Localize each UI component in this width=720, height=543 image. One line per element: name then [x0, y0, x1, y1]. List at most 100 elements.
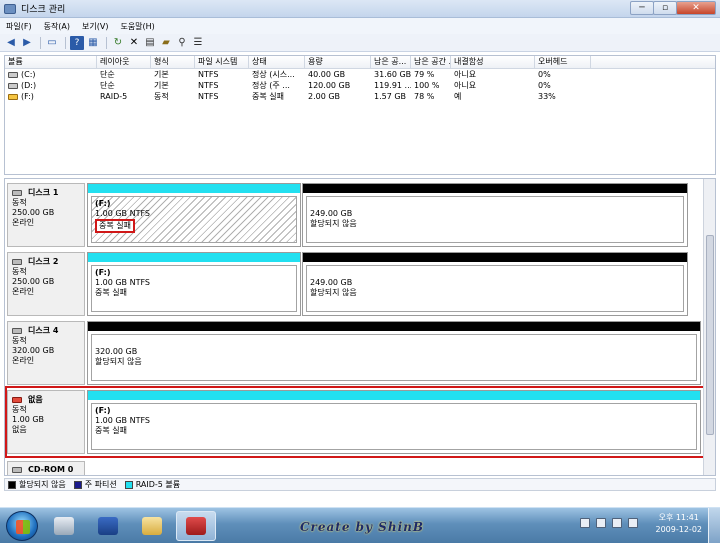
delete-icon[interactable]: ✕ — [127, 36, 141, 50]
disk-type: 동적 — [12, 336, 27, 345]
menu-action[interactable]: 동작(A) — [38, 21, 76, 32]
partition-unallocated[interactable]: 249.00 GB 할당되지 않음 — [302, 183, 688, 247]
partition-unallocated[interactable]: 249.00 GB 할당되지 않음 — [302, 252, 688, 316]
open-icon[interactable]: ▰ — [159, 36, 173, 50]
volume-name: (F:) — [21, 92, 34, 101]
volume-fault: 아니요 — [454, 81, 477, 90]
volume-free: 1.57 GB — [374, 92, 407, 101]
folder-icon — [142, 517, 162, 535]
console-icon[interactable]: ▭ — [45, 36, 59, 50]
volume-free-pct: 78 % — [414, 92, 435, 101]
restore-button[interactable]: ▫ — [653, 1, 677, 15]
volume-status: 정상 (주 ... — [252, 81, 290, 90]
volume-list: 볼륨 레이아웃 형식 파일 시스템 상태 용량 남은 공... 남은 공간 ..… — [4, 55, 716, 175]
legend-item: RAID-5 볼륨 — [124, 479, 180, 490]
back-icon[interactable]: ◀ — [4, 36, 18, 50]
toolbox-icon — [186, 517, 206, 535]
rescan-icon[interactable]: ↻ — [111, 36, 125, 50]
col-overhead[interactable]: 오버헤드 — [535, 56, 591, 68]
scrollbar-thumb[interactable] — [706, 235, 714, 435]
volume-name: (C:) — [21, 70, 36, 79]
partition-status: 중복 실패 — [95, 219, 135, 233]
search-icon[interactable]: ⚲ — [175, 36, 189, 50]
taskbar-powershell[interactable] — [88, 511, 128, 541]
menu-view[interactable]: 보기(V) — [76, 21, 114, 32]
volume-free-pct: 100 % — [414, 81, 440, 90]
col-capacity[interactable]: 용량 — [305, 56, 371, 68]
disk-size: 250.00 GB — [12, 277, 55, 286]
properties-icon[interactable]: ▤ — [143, 36, 157, 50]
clock[interactable]: 오후 11:41 2009-12-02 — [656, 512, 703, 536]
refresh-icon[interactable]: ▦ — [86, 36, 100, 50]
col-layout[interactable]: 레이아웃 — [97, 56, 151, 68]
disk-label[interactable]: 디스크 1 동적 250.00 GB 온라인 — [7, 183, 85, 247]
volume-type: 기본 — [154, 70, 169, 79]
disk-row[interactable]: 디스크 2 동적 250.00 GB 온라인 (F:) 1.00 GB NTFS… — [7, 252, 703, 316]
col-filesystem[interactable]: 파일 시스템 — [195, 56, 249, 68]
table-row[interactable]: (C:) 단순 기본 NTFS 정상 (시스... 40.00 GB 31.60… — [5, 69, 715, 80]
col-free-pct[interactable]: 남은 공간 ... — [411, 56, 451, 68]
taskbar: Create by ShinB 오후 11:41 2009-12-02 — [0, 507, 720, 543]
show-desktop-button[interactable] — [708, 508, 720, 543]
partition-letter: (F:) — [95, 199, 111, 208]
legend-item: 할당되지 않음 — [8, 479, 66, 490]
menu-file[interactable]: 파일(F) — [0, 21, 38, 32]
partition-letter: (F:) — [95, 268, 111, 277]
help-icon[interactable]: ? — [70, 35, 84, 50]
taskbar-network-app[interactable] — [44, 511, 84, 541]
partition-status: 할당되지 않음 — [95, 357, 142, 366]
volume-fault: 아니요 — [454, 70, 477, 79]
disk-state: 온라인 — [12, 356, 35, 365]
volume-icon[interactable] — [628, 518, 638, 528]
legend-swatch — [8, 480, 16, 489]
forward-icon[interactable]: ▶ — [20, 36, 34, 50]
toolbar: ◀ ▶ ▭ ? ▦ ↻ ✕ ▤ ▰ ⚲ ☰ — [0, 34, 720, 52]
partition-unallocated[interactable]: 320.00 GB 할당되지 않음 — [87, 321, 701, 385]
close-button[interactable]: ✕ — [676, 1, 716, 15]
disk-label[interactable]: 디스크 2 동적 250.00 GB 온라인 — [7, 252, 85, 316]
col-free[interactable]: 남은 공... — [371, 56, 411, 68]
taskbar-explorer[interactable] — [132, 511, 172, 541]
vertical-scrollbar[interactable] — [703, 179, 715, 475]
col-type[interactable]: 형식 — [151, 56, 195, 68]
powershell-icon — [98, 517, 118, 535]
drive-icon — [8, 71, 18, 78]
volume-type: 동적 — [154, 92, 169, 101]
keyboard-icon[interactable] — [580, 518, 590, 528]
disk-name: 디스크 4 — [28, 326, 59, 335]
table-row[interactable]: (D:) 단순 기본 NTFS 정상 (주 ... 120.00 GB 119.… — [5, 80, 715, 91]
partition-raid5[interactable]: (F:) 1.00 GB NTFS 중복 실패 — [87, 183, 301, 247]
col-fault-tolerance[interactable]: 내결함성 — [451, 56, 535, 68]
partition-size: 249.00 GB — [310, 209, 353, 218]
disk-size: 250.00 GB — [12, 208, 55, 217]
disk-row[interactable]: 디스크 4 동적 320.00 GB 온라인 320.00 GB 할당되지 않음 — [7, 321, 703, 385]
partition-status: 할당되지 않음 — [310, 288, 357, 297]
volume-capacity: 120.00 GB — [308, 81, 351, 90]
col-volume[interactable]: 볼륨 — [5, 56, 97, 68]
partition-raid5[interactable]: (F:) 1.00 GB NTFS 중복 실패 — [87, 252, 301, 316]
volume-fs: NTFS — [198, 70, 219, 79]
credit-text: Create by ShinB — [300, 520, 424, 534]
disk-size: 320.00 GB — [12, 346, 55, 355]
list-icon[interactable]: ☰ — [191, 36, 205, 50]
menu-help[interactable]: 도움말(H) — [114, 21, 160, 32]
volume-layout: RAID-5 — [100, 92, 128, 101]
disk-icon — [12, 258, 22, 265]
start-button[interactable] — [6, 511, 38, 541]
col-status[interactable]: 상태 — [249, 56, 305, 68]
flag-icon[interactable] — [596, 518, 606, 528]
disk-row[interactable]: 디스크 1 동적 250.00 GB 온라인 (F:) 1.00 GB NTFS… — [7, 183, 703, 247]
legend-swatch — [124, 480, 133, 489]
cdrom-label[interactable]: CD-ROM 0 — [7, 461, 85, 475]
title-bar[interactable]: 디스크 관리 ─ ▫ ✕ — [0, 0, 720, 18]
disk-state: 온라인 — [12, 218, 35, 227]
disk-label[interactable]: 디스크 4 동적 320.00 GB 온라인 — [7, 321, 85, 385]
network-tray-icon[interactable] — [612, 518, 622, 528]
taskbar-server-manager[interactable] — [176, 511, 216, 541]
partition-status: 할당되지 않음 — [310, 219, 357, 228]
legend-swatch — [73, 480, 82, 489]
minimize-button[interactable]: ─ — [630, 1, 654, 15]
table-row[interactable]: (F:) RAID-5 동적 NTFS 중복 실패 2.00 GB 1.57 G… — [5, 91, 715, 102]
disk-icon — [12, 189, 22, 196]
volume-status: 정상 (시스... — [252, 70, 295, 79]
